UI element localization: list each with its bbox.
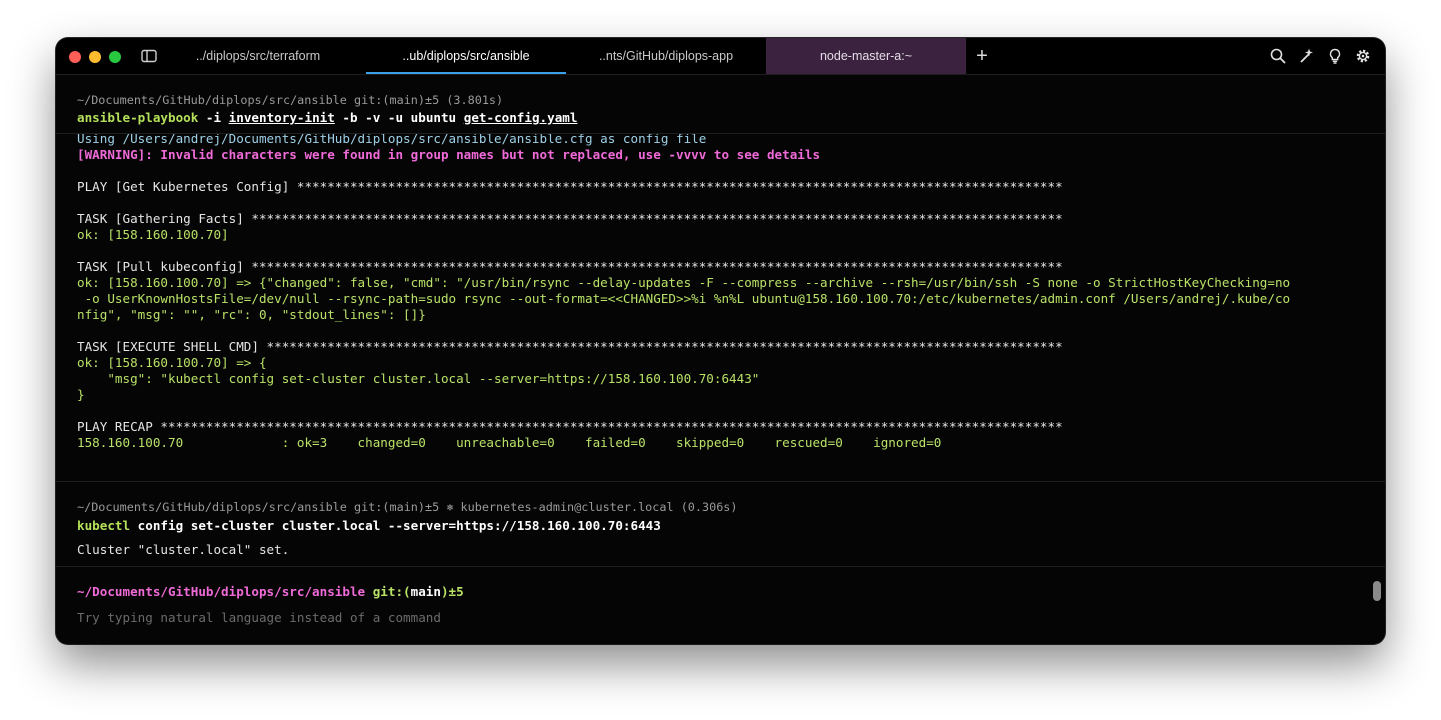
tab-label: node-master-a:~ — [819, 49, 913, 63]
prompt-line: ~/Documents/GitHub/diplops/src/ansible g… — [77, 584, 464, 600]
command-line[interactable]: kubectl config set-cluster cluster.local… — [77, 518, 661, 534]
block-header: ~/Documents/GitHub/diplops/src/ansible g… — [77, 93, 504, 107]
title-bar: ../diplops/src/terraform ..ub/diplops/sr… — [56, 38, 1385, 75]
command-binary: kubectl — [77, 518, 131, 533]
tab-label: ..ub/diplops/src/ansible — [402, 49, 530, 63]
sidebar-toggle-icon[interactable] — [141, 49, 157, 63]
gear-icon[interactable] — [1355, 48, 1371, 64]
ok-line: ok: [158.160.100.70] => {"changed": fals… — [77, 275, 1291, 290]
warning-line: [WARNING]: Invalid characters were found… — [77, 147, 821, 162]
command-arg: -i — [198, 110, 229, 125]
divider — [56, 133, 1385, 134]
output-line: TASK [Gathering Facts] *****************… — [77, 211, 1063, 226]
block-header: ~/Documents/GitHub/diplops/src/ansible g… — [77, 500, 738, 514]
new-tab-button[interactable]: + — [974, 44, 990, 68]
output-line: PLAY [Get Kubernetes Config] ***********… — [77, 179, 1063, 194]
close-window-button[interactable] — [69, 51, 81, 63]
prompt-git-status: )±5 — [440, 584, 464, 599]
terminal-content: ~/Documents/GitHub/diplops/src/ansible g… — [56, 75, 1385, 644]
prompt-path: ~/Documents/GitHub/diplops/src/ansible — [77, 584, 366, 599]
command-arg: config set-cluster cluster.local --serve… — [130, 518, 661, 533]
command-arg: inventory-init — [228, 110, 335, 125]
scrollbar[interactable] — [1373, 581, 1381, 601]
tab-label: ../diplops/src/terraform — [195, 49, 321, 63]
output-line: TASK [EXECUTE SHELL CMD] ***************… — [77, 339, 1063, 354]
tab-terraform[interactable]: ../diplops/src/terraform — [168, 38, 348, 74]
ok-line: ok: [158.160.100.70] — [77, 227, 229, 242]
search-icon[interactable] — [1270, 48, 1286, 64]
tab-label: ..nts/GitHub/diplops-app — [598, 49, 734, 63]
ok-line: nfig", "msg": "", "rc": 0, "stdout_lines… — [77, 307, 426, 322]
ok-line: "msg": "kubectl config set-cluster clust… — [77, 371, 760, 386]
prompt-git: git:( — [365, 584, 411, 599]
lightbulb-icon[interactable] — [1327, 48, 1343, 64]
zoom-window-button[interactable] — [109, 51, 121, 63]
block-divider — [56, 481, 1385, 482]
ok-line: } — [77, 387, 85, 402]
ok-line: -o UserKnownHostsFile=/dev/null --rsync-… — [77, 291, 1291, 306]
recap-line: 158.160.100.70 : ok=3 changed=0 unreacha… — [77, 435, 942, 450]
tab-diplops-app[interactable]: ..nts/GitHub/diplops-app — [566, 38, 766, 74]
output-line: TASK [Pull kubeconfig] *****************… — [77, 259, 1063, 274]
ai-sparkle-icon[interactable] — [1298, 48, 1314, 64]
tab-ansible[interactable]: ..ub/diplops/src/ansible — [366, 38, 566, 74]
command-arg: get-config.yaml — [463, 110, 578, 125]
command-arg: -b -v -u ubuntu — [334, 110, 464, 125]
minimize-window-button[interactable] — [89, 51, 101, 63]
block-divider — [56, 566, 1385, 567]
ok-line: ok: [158.160.100.70] => { — [77, 355, 267, 370]
prompt-branch: main — [410, 584, 441, 599]
command-binary: ansible-playbook — [77, 110, 199, 125]
output-line: Cluster "cluster.local" set. — [77, 542, 290, 557]
terminal-window: ../diplops/src/terraform ..ub/diplops/sr… — [56, 38, 1385, 644]
tab-node-master[interactable]: node-master-a:~ — [766, 38, 966, 74]
command-input[interactable]: Try typing natural language instead of a… — [77, 610, 441, 626]
command-line[interactable]: ansible-playbook -i inventory-init -b -v… — [77, 110, 577, 126]
output-line: PLAY RECAP *****************************… — [77, 419, 1063, 434]
